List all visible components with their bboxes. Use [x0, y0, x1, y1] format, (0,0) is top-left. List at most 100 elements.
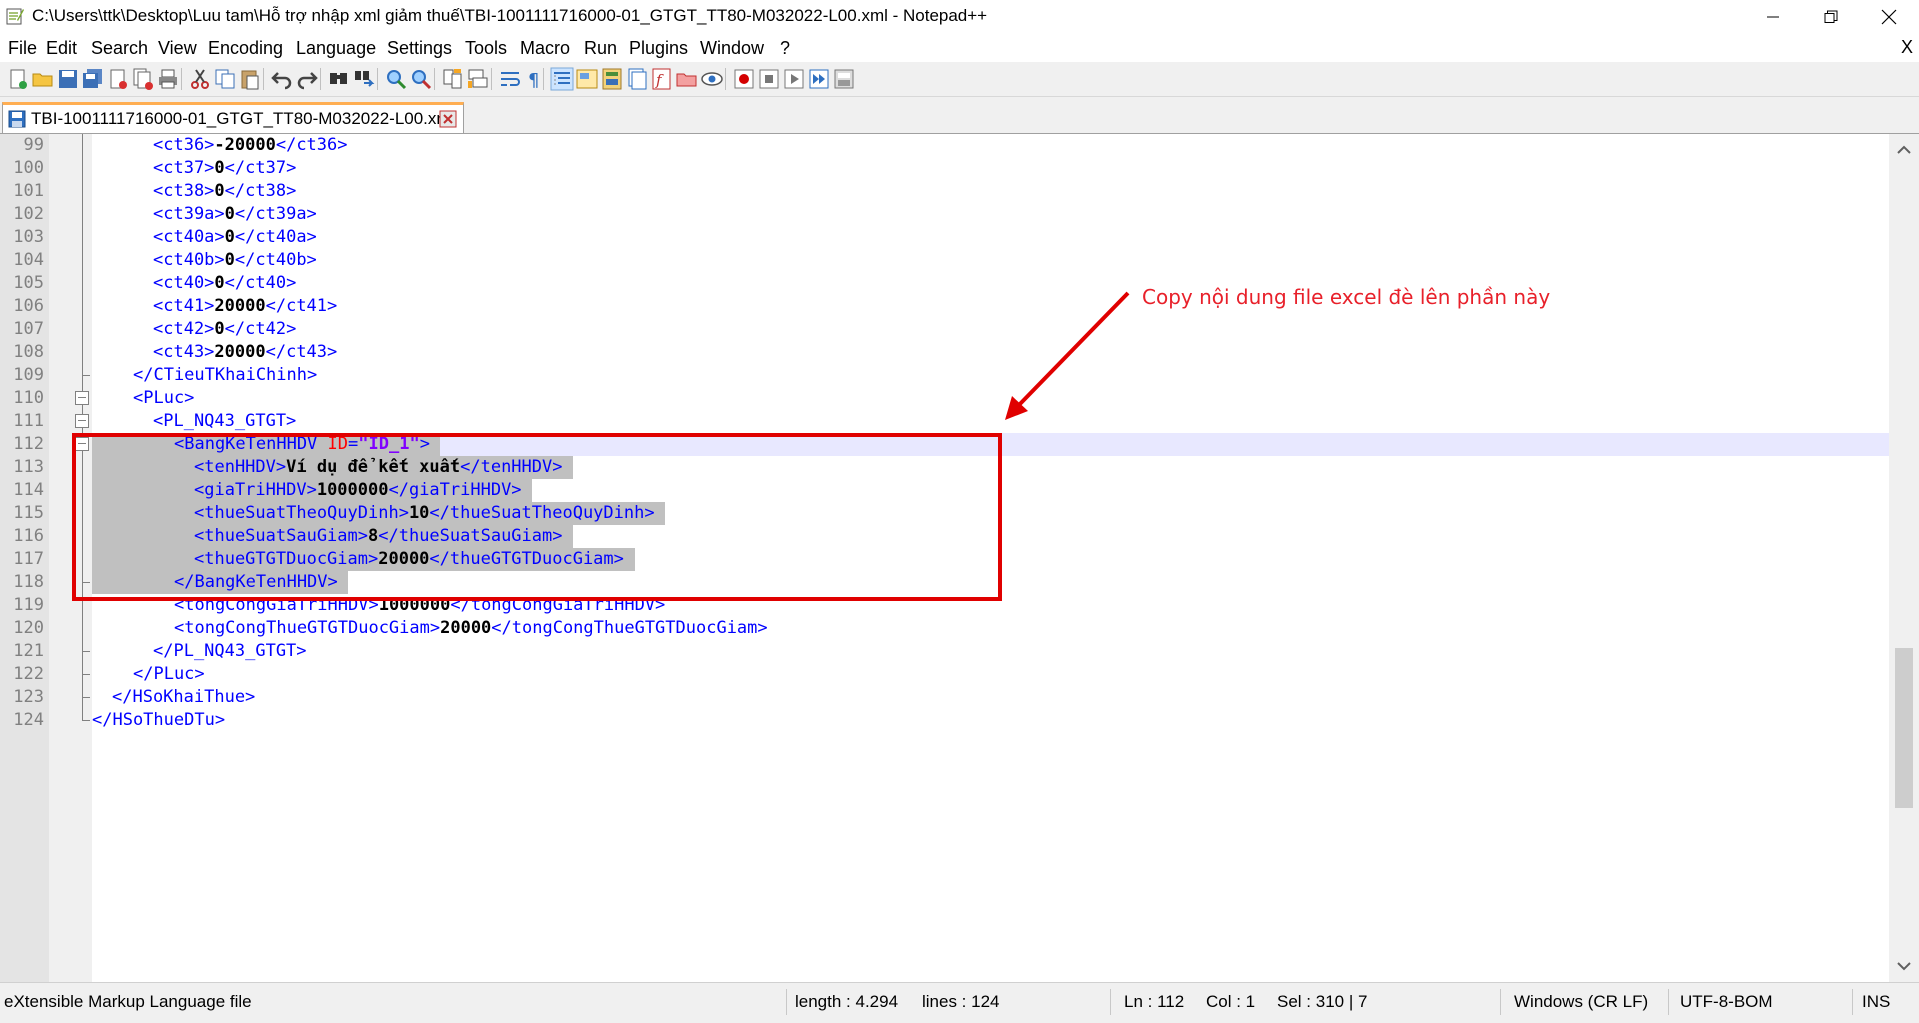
code-line[interactable]: <ct37>0</ct37>: [92, 157, 296, 180]
sync-horizontal-icon: [468, 69, 488, 88]
notepadpp-window: { "window": { "title": "C:\\Users\\ttk\\…: [0, 0, 1919, 1023]
print-button[interactable]: [156, 67, 180, 91]
document-list-button[interactable]: [625, 67, 649, 91]
line-number: 122: [13, 664, 44, 684]
copy-button[interactable]: [213, 67, 237, 91]
restore-button[interactable]: [1802, 0, 1860, 34]
code-line[interactable]: </PL_NQ43_GTGT>: [92, 640, 307, 663]
save-all-button[interactable]: [81, 67, 105, 91]
new-file-icon: [10, 69, 27, 89]
fold-toggle[interactable]: [75, 391, 89, 405]
word-wrap-button[interactable]: [498, 67, 522, 91]
code-line[interactable]: <ct40b>0</ct40b>: [92, 249, 317, 272]
line-number: 101: [13, 181, 44, 201]
menu-encoding[interactable]: Encoding: [208, 38, 283, 59]
function-list-button[interactable]: f: [650, 67, 674, 91]
new-file-button[interactable]: [6, 67, 30, 91]
folder-as-workspace-icon: [676, 73, 697, 87]
code-line[interactable]: </HSoThueDTu>: [92, 709, 225, 732]
menu-language[interactable]: Language: [296, 38, 376, 59]
save-button[interactable]: [56, 67, 80, 91]
close-tab-icon[interactable]: [439, 110, 457, 128]
find-button[interactable]: [327, 67, 351, 91]
scroll-down-arrow[interactable]: [1889, 952, 1919, 982]
paste-button[interactable]: [238, 67, 262, 91]
menu-window[interactable]: Window: [700, 38, 764, 59]
indent-guide-button[interactable]: [550, 67, 574, 91]
document-map-button[interactable]: [600, 67, 624, 91]
record-macro-button[interactable]: [732, 67, 756, 91]
scroll-thumb[interactable]: [1895, 648, 1913, 808]
line-number: 120: [13, 618, 44, 638]
chevron-up-icon: [1897, 145, 1911, 154]
code-line[interactable]: <tongCongThueGTGTDuocGiam>20000</tongCon…: [92, 617, 768, 640]
find-icon: [330, 73, 347, 84]
code-line[interactable]: <ct39a>0</ct39a>: [92, 203, 317, 226]
menu-settings[interactable]: Settings: [387, 38, 452, 59]
close-all-icon: [133, 68, 153, 90]
code-line[interactable]: <PLuc>: [92, 387, 194, 410]
close-button[interactable]: [106, 67, 130, 91]
status-insert-mode[interactable]: INS: [1862, 992, 1890, 1012]
sync-vertical-button[interactable]: [441, 67, 465, 91]
menu-tools[interactable]: Tools: [465, 38, 507, 59]
user-defined-language-icon: [576, 69, 598, 89]
folder-as-workspace-button[interactable]: [675, 67, 699, 91]
replace-icon: [355, 71, 375, 87]
menu-view[interactable]: View: [158, 38, 197, 59]
status-line-number: Ln : 112: [1124, 992, 1185, 1011]
undo-button[interactable]: [270, 67, 294, 91]
code-line[interactable]: <ct40a>0</ct40a>: [92, 226, 317, 249]
save-macro-button[interactable]: [832, 67, 856, 91]
document-map-icon: [602, 68, 622, 90]
code-line[interactable]: <ct41>20000</ct41>: [92, 295, 337, 318]
run-macro-multiple-button[interactable]: [807, 67, 831, 91]
code-line[interactable]: <ct43>20000</ct43>: [92, 341, 337, 364]
code-line[interactable]: <PL_NQ43_GTGT>: [92, 410, 296, 433]
copy-icon: [215, 69, 235, 89]
code-line[interactable]: <ct36>-20000</ct36>: [92, 134, 348, 157]
line-number: 106: [13, 296, 44, 316]
redo-button[interactable]: [295, 67, 319, 91]
code-line[interactable]: </CTieuTKhaiChinh>: [92, 364, 317, 387]
menu-file[interactable]: File: [8, 38, 37, 59]
monitoring-button[interactable]: [700, 67, 724, 91]
user-defined-language-button[interactable]: [575, 67, 599, 91]
code-line[interactable]: <ct40>0</ct40>: [92, 272, 296, 295]
line-number: 100: [13, 158, 44, 178]
menu-run[interactable]: Run: [584, 38, 617, 59]
close-window-button[interactable]: [1860, 0, 1918, 34]
fold-toggle[interactable]: [75, 414, 89, 428]
code-line[interactable]: </PLuc>: [92, 663, 205, 686]
zoom-out-button[interactable]: [409, 67, 433, 91]
stop-recording-button[interactable]: [757, 67, 781, 91]
open-file-button[interactable]: [31, 67, 55, 91]
menu-edit[interactable]: Edit: [46, 38, 77, 59]
menu-search[interactable]: Search: [91, 38, 148, 59]
code-line[interactable]: </HSoKhaiThue>: [92, 686, 255, 709]
replace-button[interactable]: [352, 67, 376, 91]
line-number: 99: [23, 135, 44, 155]
status-eol[interactable]: Windows (CR LF): [1514, 992, 1648, 1012]
vertical-scrollbar[interactable]: [1889, 134, 1919, 982]
zoom-in-button[interactable]: [384, 67, 408, 91]
play-macro-button[interactable]: [782, 67, 806, 91]
menu-help[interactable]: ?: [780, 38, 790, 59]
line-number: 124: [13, 710, 44, 730]
undo-icon: [271, 72, 292, 90]
file-tab[interactable]: TBI-1001111716000-01_GTGT_TT80-M032022-L…: [2, 102, 464, 133]
code-line[interactable]: <ct38>0</ct38>: [92, 180, 296, 203]
close-document-button[interactable]: X: [1901, 37, 1913, 58]
line-number: 121: [13, 641, 44, 661]
scroll-up-arrow[interactable]: [1889, 134, 1919, 164]
status-encoding[interactable]: UTF-8-BOM: [1680, 992, 1773, 1012]
close-all-button[interactable]: [131, 67, 155, 91]
minimize-button[interactable]: [1744, 0, 1802, 34]
menu-macro[interactable]: Macro: [520, 38, 570, 59]
cut-button[interactable]: [188, 67, 212, 91]
sync-horizontal-button[interactable]: [466, 67, 490, 91]
code-line[interactable]: <ct42>0</ct42>: [92, 318, 296, 341]
line-number: 107: [13, 319, 44, 339]
menu-plugins[interactable]: Plugins: [629, 38, 688, 59]
line-number: 118: [13, 572, 44, 592]
